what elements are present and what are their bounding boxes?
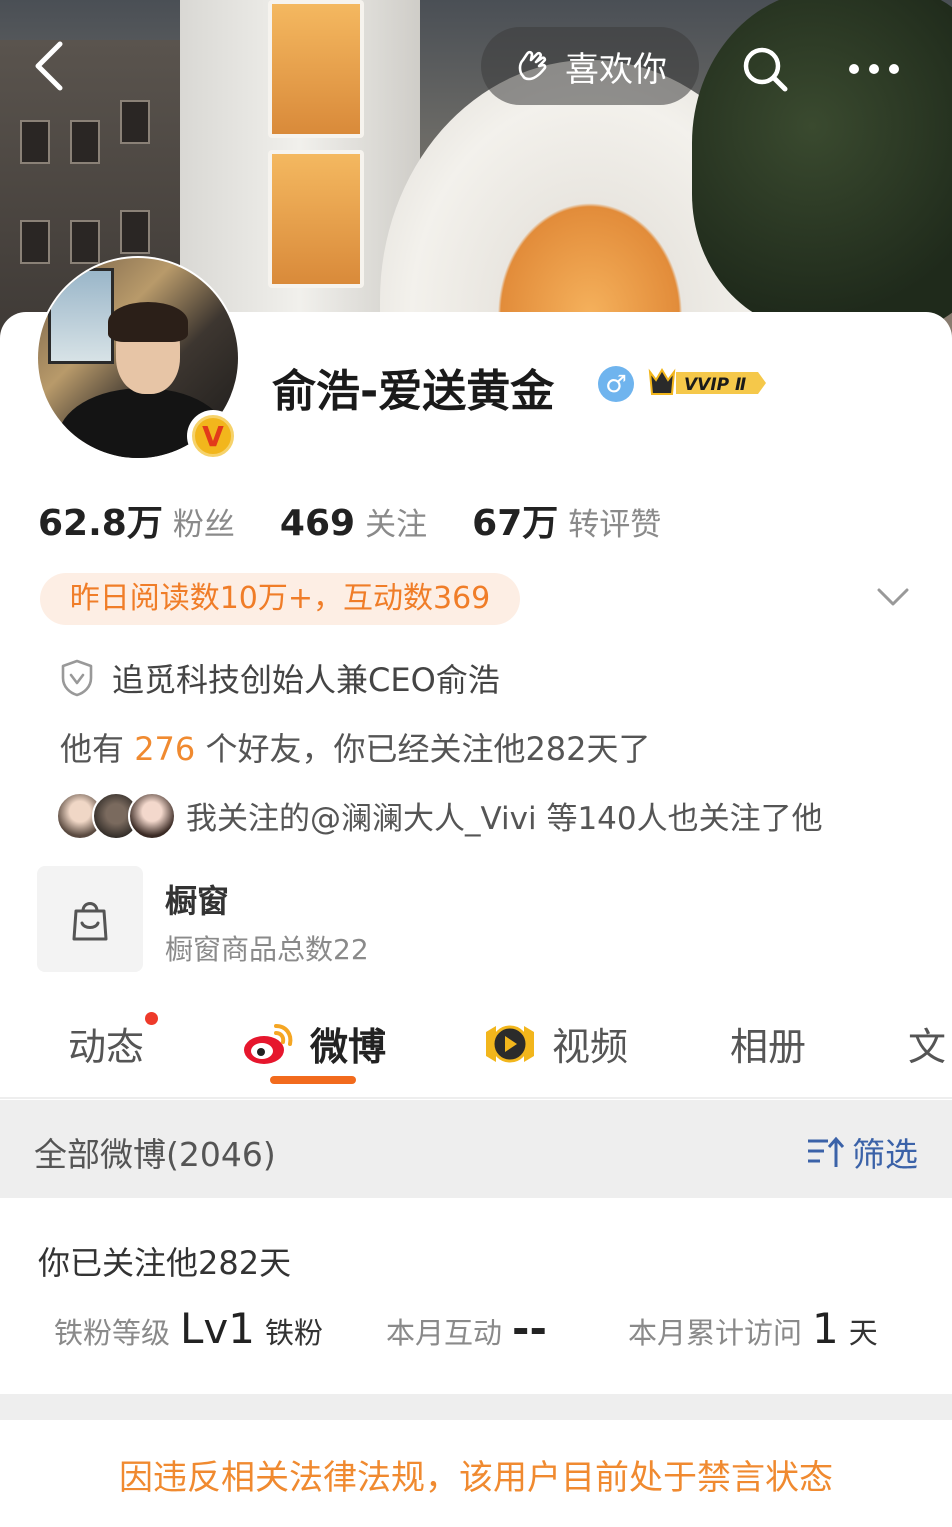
weibo-logo-icon: [244, 1023, 293, 1064]
profile-name: 俞浩-爱送黄金: [272, 366, 555, 417]
filter-label: 筛选: [852, 1135, 918, 1174]
video-icon: [486, 1025, 534, 1062]
verified-badge-icon: V: [187, 410, 239, 462]
mutual-followers-text: 我关注的@澜澜大人_Vivi 等140人也关注了他: [186, 800, 823, 837]
chevron-down-icon[interactable]: [876, 586, 910, 608]
friends-info[interactable]: 他有 276 个好友，你已经关注他282天了: [60, 724, 651, 770]
follow-duration: 你已关注他282天: [38, 1244, 292, 1282]
tab-video[interactable]: 视频: [484, 1016, 628, 1071]
reading-stats-pill[interactable]: 昨日阅读数10万+，互动数369: [40, 573, 520, 625]
tab-feed[interactable]: 动态: [68, 1012, 159, 1071]
vvip-badge-icon[interactable]: VVIP Ⅱ: [646, 366, 768, 400]
ban-notice-text: 因违反相关法律法规，该用户目前处于禁言状态: [119, 1458, 833, 1498]
filter-button[interactable]: 筛选: [806, 1128, 918, 1176]
like-hand-icon: [518, 50, 547, 81]
fan-metrics-row: 铁粉等级 Lv1 铁粉 本月互动 -- 本月累计访问 1 天: [54, 1304, 914, 1354]
fan-level: 铁粉等级 Lv1 铁粉: [54, 1304, 324, 1353]
monthly-visits: 本月累计访问 1 天: [628, 1304, 878, 1353]
like-label: 喜欢你: [565, 49, 667, 90]
tab-album[interactable]: 相册: [730, 1016, 806, 1071]
friends-count: 276: [134, 730, 196, 768]
like-button[interactable]: 喜欢你: [481, 27, 699, 105]
back-icon: [35, 41, 63, 91]
all-posts-label[interactable]: 全部微博(2046): [34, 1128, 276, 1176]
search-icon[interactable]: [740, 44, 790, 94]
back-button[interactable]: [30, 40, 80, 96]
ban-notice: 因违反相关法律法规，该用户目前处于禁言状态: [0, 1420, 952, 1527]
section-separator: [0, 1394, 952, 1420]
stat-following[interactable]: 469 关注: [280, 499, 427, 544]
top-bar: 喜欢你: [0, 0, 952, 130]
fan-status-card[interactable]: 你已关注他282天 铁粉等级 Lv1 铁粉 本月互动 -- 本月累计访问 1 天: [0, 1198, 952, 1394]
vip-label: VVIP Ⅱ: [684, 375, 746, 395]
shop-title: 橱窗: [165, 882, 230, 920]
shield-icon: [61, 659, 93, 697]
tab-weibo[interactable]: 微博: [242, 1016, 386, 1071]
stat-followers[interactable]: 62.8万 粉丝: [38, 494, 235, 546]
notification-dot: [145, 1012, 159, 1025]
mutual-avatar: [128, 792, 176, 840]
filter-icon: [808, 1136, 844, 1167]
shop-window[interactable]: 橱窗 橱窗商品总数22: [37, 866, 537, 972]
verification-text: 追觅科技创始人兼CEO俞浩: [112, 661, 500, 699]
tab-articles[interactable]: 文: [908, 1016, 946, 1071]
monthly-interaction: 本月互动 --: [386, 1304, 547, 1353]
tab-divider: [0, 1097, 952, 1099]
gender-male-icon: ♂: [598, 366, 634, 402]
shopping-bag-icon: [72, 902, 108, 941]
mutual-followers-row[interactable]: 我关注的@澜澜大人_Vivi 等140人也关注了他: [56, 792, 823, 840]
stats-row: 62.8万 粉丝 469 关注 67万 转评赞: [38, 494, 701, 544]
shop-box: [37, 866, 143, 972]
more-icon[interactable]: [846, 54, 902, 84]
stat-interactions[interactable]: 67万 转评赞: [472, 494, 661, 546]
mutual-avatars: [56, 792, 176, 840]
verification-row: 追觅科技创始人兼CEO俞浩: [60, 656, 500, 700]
filter-bar: 全部微博(2046) 筛选: [0, 1100, 952, 1198]
shop-subtitle: 橱窗商品总数22: [165, 933, 369, 966]
profile-tabs: 动态 微博 视频 相册 文: [0, 1000, 952, 1099]
active-tab-indicator: [270, 1076, 356, 1084]
